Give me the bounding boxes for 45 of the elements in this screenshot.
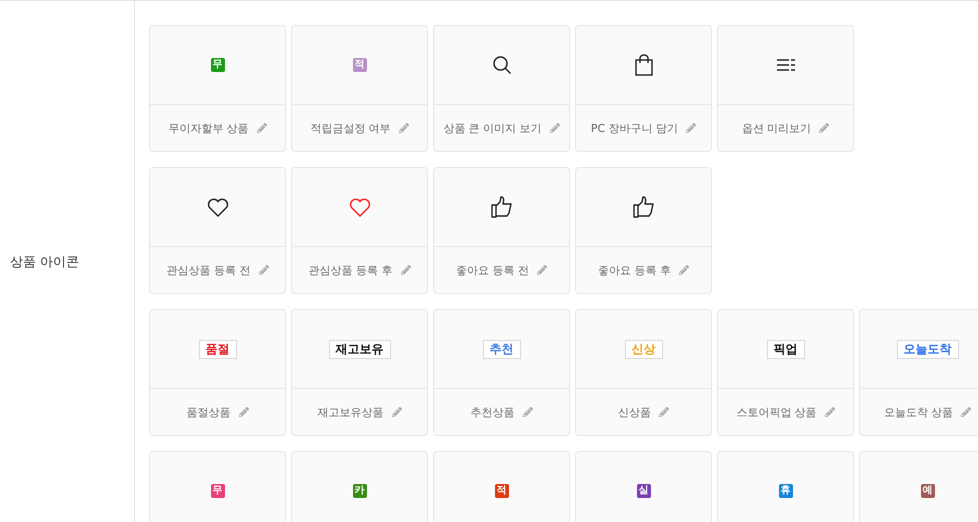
pencil-icon[interactable] bbox=[392, 407, 402, 417]
icon-name: 신상품 bbox=[618, 404, 651, 420]
badge-icon: 무 bbox=[210, 58, 224, 72]
icon-name: 상품 큰 이미지 보기 bbox=[443, 120, 542, 136]
badge-icon: 적 bbox=[494, 484, 508, 498]
pencil-icon[interactable] bbox=[400, 265, 410, 275]
pencil-icon[interactable] bbox=[824, 407, 835, 417]
icon-name: 오늘도착 상품 bbox=[884, 404, 954, 420]
pencil-icon[interactable] bbox=[522, 407, 532, 417]
icon-name: 재고보유상품 bbox=[318, 404, 384, 420]
icon-name: 적립금설정 여부 bbox=[310, 120, 391, 136]
badge-icon: 적 bbox=[352, 58, 366, 72]
badge-icon: 무 bbox=[210, 484, 224, 498]
icon-name: 관심상품 등록 후 bbox=[308, 262, 392, 278]
tag-label: 픽업 bbox=[766, 340, 804, 358]
pencil-icon[interactable] bbox=[686, 123, 696, 133]
pencil-icon[interactable] bbox=[679, 265, 689, 275]
pencil-icon[interactable] bbox=[550, 123, 560, 133]
tag-label: 신상 bbox=[624, 340, 662, 358]
pencil-icon[interactable] bbox=[659, 407, 669, 417]
icon-name: PC 장바구니 담기 bbox=[590, 120, 678, 136]
section-label: 상품 아이콘 bbox=[10, 254, 80, 270]
badge-icon: 예 bbox=[920, 484, 934, 498]
pencil-icon[interactable] bbox=[256, 123, 267, 133]
pencil-icon[interactable] bbox=[238, 407, 248, 417]
icon-name: 관심상품 등록 전 bbox=[166, 262, 250, 278]
icon-name: 스토어픽업 상품 bbox=[736, 404, 817, 420]
pencil-icon[interactable] bbox=[398, 123, 409, 133]
icon-name: 좋아요 등록 전 bbox=[456, 262, 529, 278]
pencil-icon[interactable] bbox=[819, 123, 830, 133]
icon-name: 무이자할부 상품 bbox=[168, 120, 249, 136]
pencil-icon[interactable] bbox=[537, 265, 547, 275]
tag-label: 오늘도착 bbox=[896, 340, 958, 358]
icon-name: 품절상품 bbox=[186, 404, 230, 420]
tag-label: 재고보유 bbox=[328, 340, 390, 358]
tag-label: 추천 bbox=[482, 340, 520, 358]
tag-label: 품절 bbox=[198, 340, 236, 358]
pencil-icon[interactable] bbox=[961, 407, 972, 417]
icon-name: 좋아요 등록 후 bbox=[598, 262, 671, 278]
badge-icon: 실 bbox=[636, 484, 650, 498]
badge-icon: 카 bbox=[352, 484, 366, 498]
pencil-icon[interactable] bbox=[258, 265, 268, 275]
icon-name: 추천상품 bbox=[470, 404, 514, 420]
badge-icon: 휴 bbox=[778, 484, 792, 498]
icon-name: 옵션 미리보기 bbox=[742, 120, 812, 136]
